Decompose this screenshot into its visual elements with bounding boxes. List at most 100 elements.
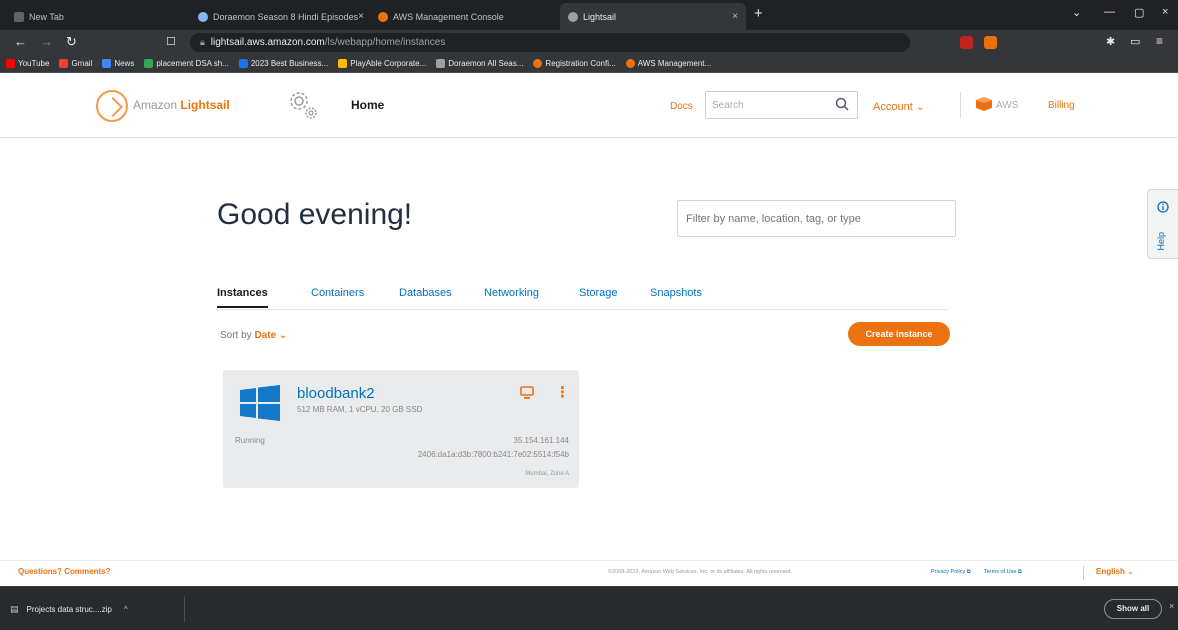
sort-control[interactable]: Sort by Date ⌄ [220,330,287,341]
site-icon [338,59,348,68]
resource-filter-input[interactable] [677,200,956,237]
bookmark-news[interactable]: News [102,59,134,68]
instance-name-link[interactable]: bloodbank2 [297,385,375,402]
tab-close-icon[interactable]: × [732,11,738,22]
docs-link[interactable]: Docs [670,101,693,112]
maximize-icon[interactable]: ▢ [1134,6,1144,19]
bookmark-registration[interactable]: Registration Confi... [533,59,616,68]
instance-ipv6: 2406:da1a:d3b:7800:b241:7e02:5514:f54b [417,450,569,459]
instance-spec: 512 MB RAM, 1 vCPU, 20 GB SSD [297,405,423,414]
terms-of-use-link[interactable]: Terms of Use ⧉ [984,569,1022,576]
tab-favicon-icon [198,11,208,22]
bookmark-business[interactable]: 2023 Best Business... [238,59,328,68]
lightsail-logo-icon[interactable] [96,90,128,122]
aws-console-link[interactable]: AWS [996,100,1018,111]
browser-tab-new-tab[interactable]: New Tab [6,3,186,30]
help-label: Help [1156,232,1166,251]
bookmark-youtube[interactable]: YouTube [6,59,49,68]
tab-title: New Tab [29,11,64,22]
aws-cube-icon[interactable] [976,97,992,116]
feedback-link[interactable]: Questions? Comments? [18,567,110,576]
address-path: /ls/webapp/home/instances [324,37,446,48]
menu-icon[interactable]: ≡ [1156,34,1163,48]
gear-icon[interactable] [286,88,320,122]
instance-actions-kebab-icon[interactable]: ⋮ [555,383,570,401]
extensions-puzzle-icon[interactable]: ✱ [1106,35,1115,48]
browser-toolbar: ← → ↻ ☐ 🔒︎ lightsail.aws.amazon.com /ls/… [0,30,1178,55]
download-filename: Projects data struc....zip [26,604,112,614]
tab-close-icon[interactable]: × [358,11,364,22]
tab-title: Lightsail [583,11,617,22]
site-icon [238,59,248,68]
youtube-icon [6,59,15,68]
lightsail-footer: Questions? Comments? ©2008-2023, Amazon … [0,560,1178,586]
browser-tab-strip: New Tab Doraemon Season 8 Hindi Episodes… [0,0,1178,30]
minimize-icon[interactable]: — [1104,6,1115,18]
bookmark-doraemon[interactable]: Doraemon All Seas... [436,59,523,68]
instance-card[interactable]: bloodbank2 512 MB RAM, 1 vCPU, 20 GB SSD… [223,370,579,488]
download-item[interactable]: ▤ Projects data struc....zip ^ [10,596,185,622]
bookmark-label: News [114,59,135,68]
browser-tab-aws-console[interactable]: AWS Management Console [370,3,550,30]
gmail-icon [59,59,69,68]
bookmarks-bar: YouTube Gmail News placement DSA sh... 2… [0,55,1178,73]
lightsail-header: Amazon Lightsail Home Docs Search Accoun… [0,74,1178,138]
help-panel-tab[interactable]: Help [1147,189,1178,259]
bookmark-playable[interactable]: PlayAble Corporate... [338,59,426,68]
copyright-text: ©2008-2023, Amazon Web Services, Inc. or… [608,569,792,575]
screen: New Tab Doraemon Season 8 Hindi Episodes… [0,0,1178,630]
header-divider [960,92,961,118]
bookmark-label: YouTube [18,59,50,68]
instance-status: Running [235,436,265,445]
tab-search-icon[interactable]: ⌄ [1072,6,1081,19]
privacy-policy-link[interactable]: Privacy Policy ⧉ [931,569,971,576]
account-menu[interactable]: Account ⌄ [873,100,925,113]
bookmark-aws[interactable]: AWS Management... [625,59,712,68]
bookmark-label: AWS Management... [637,59,712,68]
sort-label: Sort by [220,330,252,341]
brand-name[interactable]: Amazon Lightsail [133,98,230,112]
tab-databases[interactable]: Databases [399,287,452,299]
aws-icon [625,59,635,68]
tab-networking[interactable]: Networking [484,287,539,299]
bookmark-label: Registration Confi... [545,59,616,68]
brave-shield-icon[interactable] [960,36,973,49]
home-link[interactable]: Home [351,98,384,112]
browser-tab-doraemon[interactable]: Doraemon Season 8 Hindi Episodes × [190,3,366,30]
language-selector[interactable]: English ⌄ [1096,567,1134,576]
address-bar[interactable]: 🔒︎ lightsail.aws.amazon.com /ls/webapp/h… [190,33,910,52]
bookmark-star-icon[interactable]: ☐ [166,35,176,48]
back-icon[interactable]: ← [14,34,27,49]
tab-instances[interactable]: Instances [217,287,268,308]
tab-containers[interactable]: Containers [311,287,364,299]
instance-zone: Mumbai, Zone A [525,471,569,477]
forward-icon[interactable]: → [40,34,53,49]
drive-icon [144,59,154,68]
sidebar-icon[interactable]: ▭ [1130,35,1140,48]
window-close-icon[interactable]: × [1162,6,1168,18]
close-shelf-icon[interactable]: × [1169,601,1174,611]
bookmark-placement[interactable]: placement DSA sh... [144,59,229,68]
bookmark-gmail[interactable]: Gmail [59,59,92,68]
reload-icon[interactable]: ↻ [66,34,77,50]
connect-rdp-icon[interactable] [520,386,534,405]
show-all-downloads-button[interactable]: Show all [1104,599,1162,619]
tab-snapshots[interactable]: Snapshots [650,287,702,299]
tab-favicon-icon [568,11,578,22]
tab-favicon-icon [378,11,388,22]
info-circle-icon [1157,200,1169,218]
billing-link[interactable]: Billing [1048,100,1075,111]
search-icon[interactable] [835,97,849,114]
new-tab-icon[interactable]: + [754,5,763,22]
tab-favicon-icon [14,11,24,22]
site-icon [533,59,543,68]
extension-icon[interactable] [984,36,997,49]
browser-tab-lightsail[interactable]: Lightsail × [560,3,746,30]
footer-divider [1083,566,1084,580]
docs-search-input[interactable]: Search [705,91,858,119]
sort-value[interactable]: Date ⌄ [254,330,287,341]
tab-storage[interactable]: Storage [579,287,618,299]
windows-logo-icon [240,385,280,426]
create-instance-button[interactable]: Create instance [848,322,950,346]
chevron-up-icon[interactable]: ^ [124,605,128,614]
